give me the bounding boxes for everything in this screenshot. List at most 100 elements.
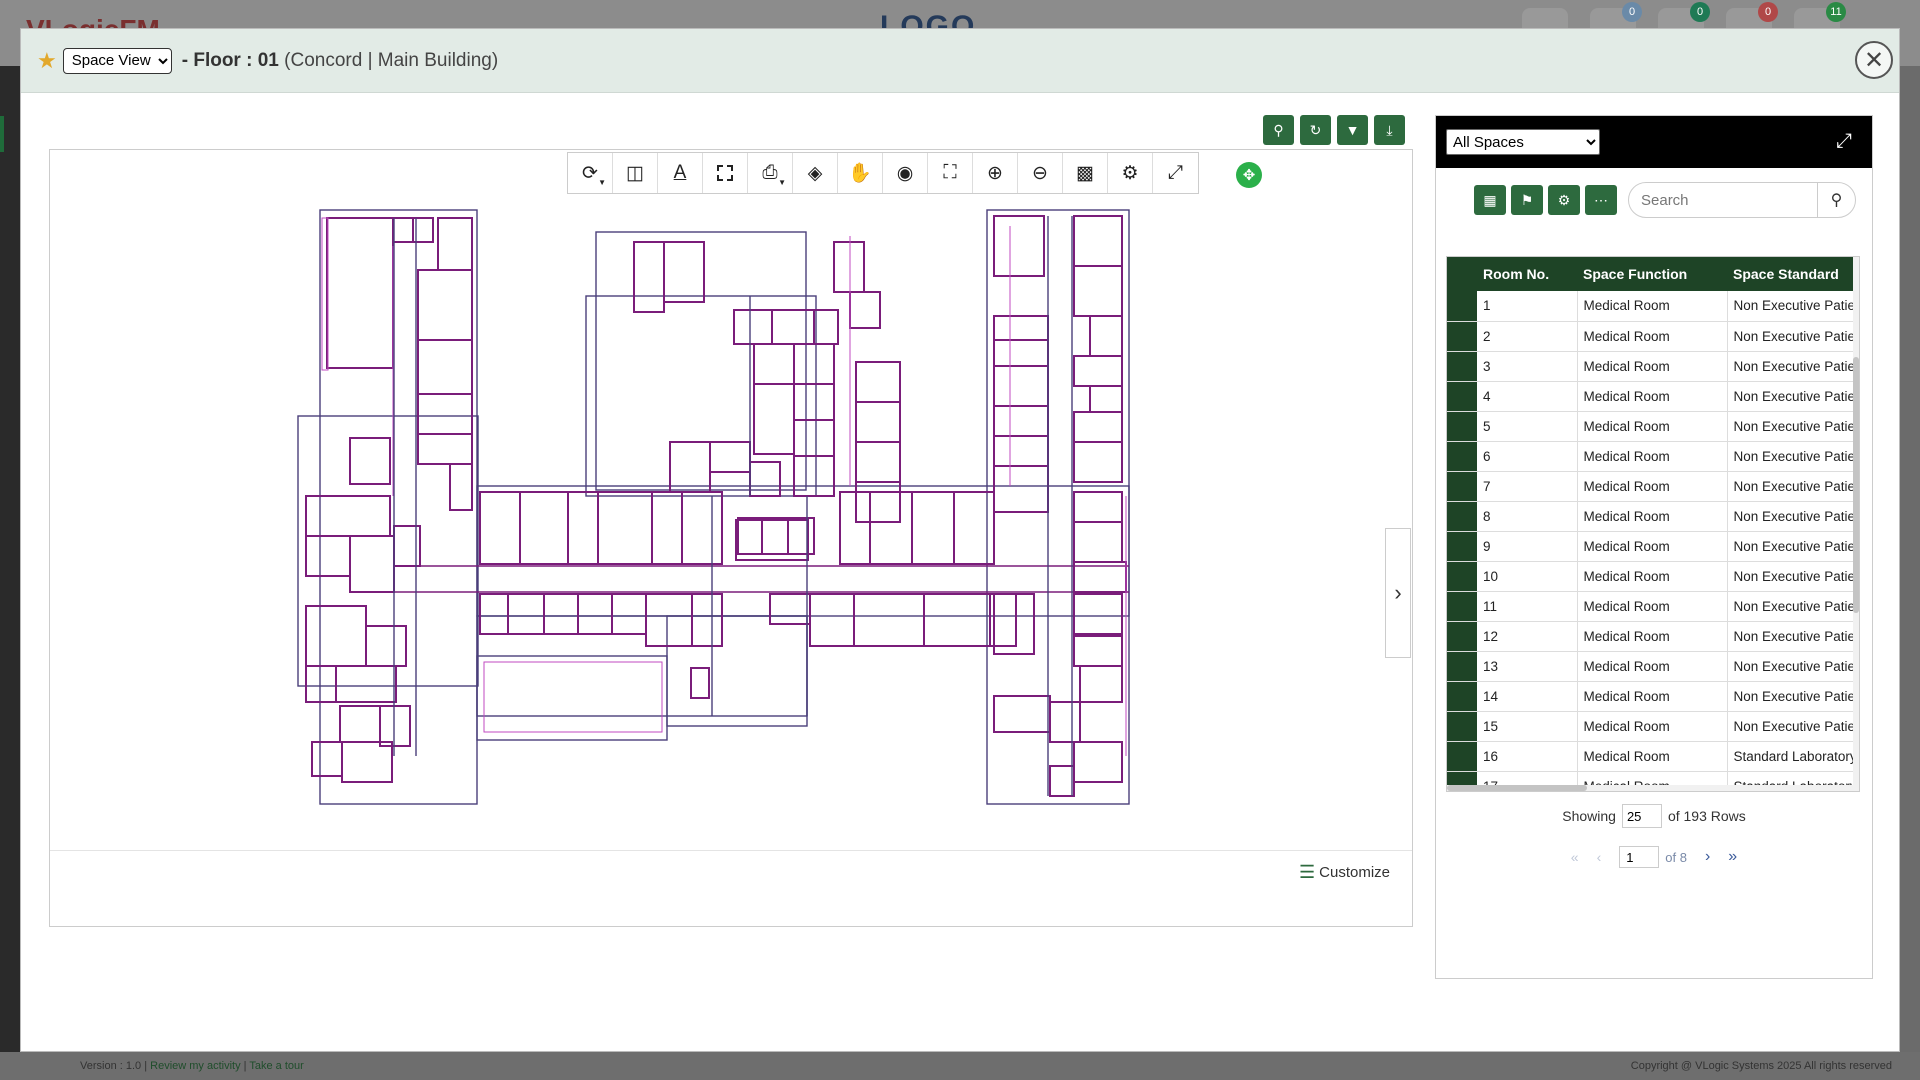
take-tour-link[interactable]: Take a tour: [249, 1060, 303, 1072]
search-button[interactable]: ⚲: [1817, 183, 1855, 217]
next-page-button[interactable]: ›: [1705, 848, 1710, 866]
table-row[interactable]: 5 Medical Room Non Executive Patient: [1447, 411, 1858, 442]
spaces-panel: All Spaces ⤢ ▦ ⚑ ⚙ ⋯ ⚲ Room No. Space: [1435, 115, 1873, 979]
row-select-cell[interactable]: [1447, 291, 1477, 322]
row-select-cell[interactable]: [1447, 651, 1477, 682]
row-select-cell[interactable]: [1447, 531, 1477, 562]
column-header-space-function[interactable]: Space Function: [1577, 257, 1727, 291]
space-standard-cell: Non Executive Patient: [1727, 531, 1858, 562]
footer-left: Version : 1.0 | Review my activity | Tak…: [80, 1060, 304, 1072]
background-sidebar: [0, 66, 20, 1066]
table-row[interactable]: 12 Medical Room Non Executive Patient: [1447, 621, 1858, 652]
spaces-filter-select[interactable]: All Spaces: [1446, 129, 1600, 155]
focus-tool-button[interactable]: ◉: [883, 153, 928, 193]
row-select-cell[interactable]: [1447, 591, 1477, 622]
row-select-cell[interactable]: [1447, 381, 1477, 412]
fill-tool-button[interactable]: ▩: [1063, 153, 1108, 193]
space-function-cell: Medical Room: [1577, 471, 1728, 502]
grid-settings-button[interactable]: ⚙: [1548, 185, 1580, 215]
showing-label: Showing: [1562, 808, 1616, 824]
table-row[interactable]: 15 Medical Room Non Executive Patient: [1447, 711, 1858, 742]
row-select-cell[interactable]: [1447, 441, 1477, 472]
space-function-cell: Medical Room: [1577, 561, 1728, 592]
table-row[interactable]: 3 Medical Room Non Executive Patient: [1447, 351, 1858, 382]
row-select-cell[interactable]: [1447, 321, 1477, 352]
zoom-out-icon: ⊖: [1032, 162, 1048, 184]
vertical-scrollbar[interactable]: [1853, 257, 1859, 791]
column-header-room-no[interactable]: Room No.: [1477, 257, 1577, 291]
last-page-button[interactable]: »: [1728, 848, 1737, 866]
pan-tool-button[interactable]: ✋: [838, 153, 883, 193]
floor-plan-drawing[interactable]: [50, 196, 1384, 816]
zoom-out-tool-button[interactable]: ⊖: [1018, 153, 1063, 193]
space-standard-cell: Non Executive Patient: [1727, 381, 1858, 412]
pin-button[interactable]: ▼: [1337, 115, 1368, 145]
zoom-in-icon: ⊕: [987, 162, 1003, 184]
room-no-cell: 15: [1477, 711, 1578, 742]
current-page-input[interactable]: [1619, 846, 1660, 868]
layout-tool-button[interactable]: ◫: [613, 153, 658, 193]
horizontal-scrollbar[interactable]: [1447, 785, 1859, 791]
side-panel-toggle[interactable]: ›: [1385, 528, 1411, 658]
page-size-input[interactable]: [1621, 804, 1662, 828]
table-row[interactable]: 10 Medical Room Non Executive Patient: [1447, 561, 1858, 592]
table-row[interactable]: 7 Medical Room Non Executive Patient: [1447, 471, 1858, 502]
prev-page-button[interactable]: ‹: [1597, 849, 1602, 865]
zoom-in-tool-button[interactable]: ⊕: [973, 153, 1018, 193]
row-select-cell[interactable]: [1447, 501, 1477, 532]
expand-panel-icon[interactable]: ⤢: [1836, 130, 1852, 153]
bookmark-icon: ⚑: [1520, 191, 1534, 208]
space-standard-cell: Non Executive Patient: [1727, 621, 1858, 652]
select-column-header[interactable]: [1447, 257, 1477, 291]
fit-tool-button[interactable]: ⛶: [928, 153, 973, 193]
settings-tool-button[interactable]: ⚙: [1108, 153, 1153, 193]
reset-button[interactable]: ↻: [1300, 115, 1331, 145]
table-row[interactable]: 14 Medical Room Non Executive Patient: [1447, 681, 1858, 712]
table-row[interactable]: 9 Medical Room Non Executive Patient: [1447, 531, 1858, 562]
row-select-cell[interactable]: [1447, 621, 1477, 652]
row-select-cell[interactable]: [1447, 351, 1477, 382]
floor-label: - Floor : 01: [181, 49, 279, 71]
row-select-cell[interactable]: [1447, 561, 1477, 592]
table-row[interactable]: 16 Medical Room Standard Laboratory: [1447, 741, 1858, 772]
space-standard-cell: Non Executive Patient: [1727, 561, 1858, 592]
print-icon: ⎙: [762, 162, 778, 183]
review-activity-link[interactable]: Review my activity: [150, 1060, 240, 1072]
text-tool-button[interactable]: A: [658, 153, 703, 193]
select-tool-button[interactable]: [703, 153, 748, 193]
search-drawing-button[interactable]: ⚲: [1263, 115, 1294, 145]
first-page-button[interactable]: «: [1571, 849, 1579, 865]
modal-header: ★ Space View - Floor : 01 (Concord | Mai…: [21, 29, 1899, 93]
table-row[interactable]: 4 Medical Room Non Executive Patient: [1447, 381, 1858, 412]
table-row[interactable]: 1 Medical Room Non Executive Patient: [1447, 291, 1858, 322]
table-row[interactable]: 6 Medical Room Non Executive Patient: [1447, 441, 1858, 472]
hand-icon: ✋: [848, 163, 872, 184]
row-select-cell[interactable]: [1447, 411, 1477, 442]
more-options-button[interactable]: ⋯: [1585, 185, 1617, 215]
download-button[interactable]: ⤓: [1374, 115, 1405, 145]
row-select-cell[interactable]: [1447, 681, 1477, 712]
refresh-tool-button[interactable]: ⟳ ▼: [568, 153, 613, 193]
caret-down-icon: ▼: [598, 178, 606, 187]
row-select-cell[interactable]: [1447, 711, 1477, 742]
bookmark-button[interactable]: ⚑: [1511, 185, 1543, 215]
export-excel-button[interactable]: ▦: [1474, 185, 1506, 215]
print-tool-button[interactable]: ⎙ ▼: [748, 153, 793, 193]
row-select-cell[interactable]: [1447, 741, 1477, 772]
customize-button[interactable]: ☰ Customize: [1299, 862, 1390, 883]
move-icon[interactable]: ✥: [1236, 162, 1262, 188]
favorite-star-icon[interactable]: ★: [37, 48, 57, 74]
fullscreen-tool-button[interactable]: ⤢: [1153, 153, 1198, 193]
layers-tool-button[interactable]: ◈: [793, 153, 838, 193]
table-row[interactable]: 2 Medical Room Non Executive Patient: [1447, 321, 1858, 352]
view-select[interactable]: Space View: [62, 47, 172, 74]
table-row[interactable]: 11 Medical Room Non Executive Patient: [1447, 591, 1858, 622]
spaces-table: Room No. Space Function Space Standard 1…: [1447, 257, 1858, 791]
table-row[interactable]: 8 Medical Room Non Executive Patient: [1447, 501, 1858, 532]
layout-icon: ◫: [626, 162, 644, 184]
search-input[interactable]: [1641, 191, 1811, 209]
close-button[interactable]: ✕: [1855, 41, 1893, 79]
row-select-cell[interactable]: [1447, 471, 1477, 502]
table-row[interactable]: 13 Medical Room Non Executive Patient: [1447, 651, 1858, 682]
column-header-space-standard[interactable]: Space Standard: [1727, 257, 1857, 291]
